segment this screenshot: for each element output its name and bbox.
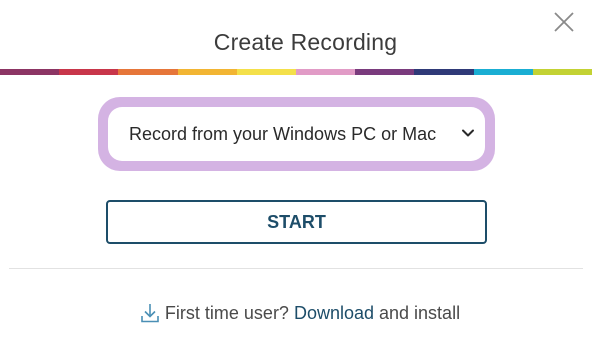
recording-source-select[interactable]: Record from your Windows PC or Mac xyxy=(108,107,485,161)
download-icon[interactable] xyxy=(140,302,160,324)
stripe-segment xyxy=(0,69,60,75)
stripe-segment xyxy=(355,69,415,75)
stripe-segment xyxy=(473,69,533,75)
stripe-segment xyxy=(532,69,592,75)
footer-prefix: First time user? xyxy=(164,302,289,323)
chevron-down-icon xyxy=(462,129,474,137)
stripe-segment xyxy=(59,69,119,75)
download-link[interactable]: Download xyxy=(294,303,374,324)
color-stripe xyxy=(0,69,592,75)
stripe-segment xyxy=(118,69,178,75)
stripe-segment xyxy=(236,69,297,75)
recording-source-selected: Record from your Windows PC or Mac xyxy=(129,123,437,144)
stripe-segment xyxy=(296,69,356,75)
create-recording-dialog: Create Recording Record from your Window… xyxy=(0,0,592,361)
footer-suffix: and install xyxy=(379,302,461,323)
divider xyxy=(9,268,583,269)
footer: First time user? Download and install xyxy=(0,302,592,324)
dialog-title: Create Recording xyxy=(213,29,398,55)
stripe-segment xyxy=(177,69,237,75)
stripe-segment xyxy=(414,69,474,75)
start-button[interactable]: START xyxy=(106,200,487,244)
